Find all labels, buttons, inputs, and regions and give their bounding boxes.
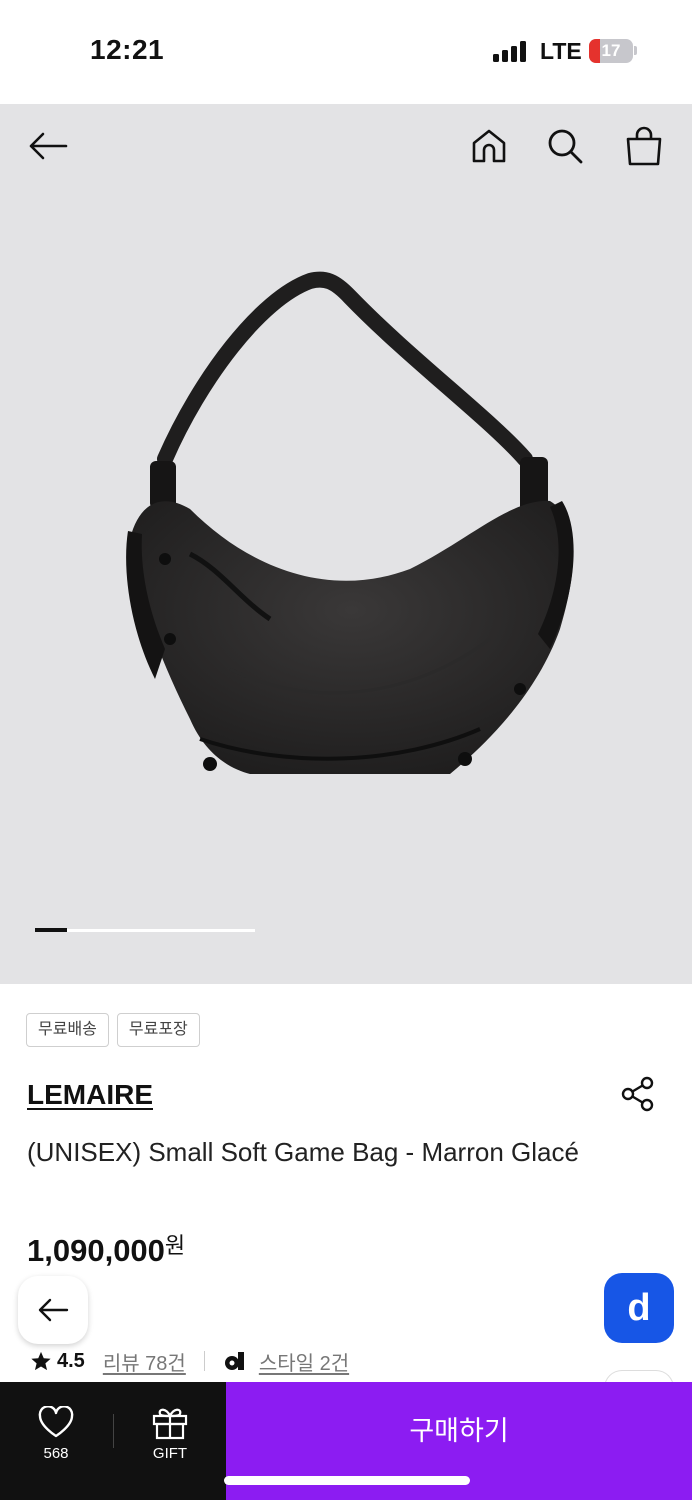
- gift-label: GIFT: [152, 1445, 188, 1462]
- d-logo-icon: d: [627, 1286, 651, 1329]
- d-brand-icon: [224, 1352, 244, 1370]
- search-icon: [548, 129, 583, 164]
- home-indicator: [224, 1476, 470, 1485]
- style-link[interactable]: 스타일 2건: [259, 1347, 349, 1376]
- rating-score: 4.5: [57, 1349, 85, 1372]
- share-button[interactable]: [616, 1074, 660, 1114]
- status-time: 12:21: [90, 34, 165, 65]
- shopping-bag-icon: [626, 126, 662, 166]
- wishlist-count: 568: [43, 1445, 69, 1462]
- cart-button[interactable]: [622, 124, 666, 168]
- gallery-pager: [35, 929, 255, 932]
- heart-icon: [38, 1406, 74, 1438]
- arrow-left-icon: [29, 132, 68, 160]
- rating-row: 4.5 리뷰 78건 스타일 2건: [30, 1346, 349, 1376]
- price-value: 1,090,000: [27, 1233, 165, 1268]
- tag-free-shipping: 무료배송: [26, 1013, 109, 1047]
- battery-tip: [634, 46, 637, 55]
- tag-free-wrapping: 무료포장: [116, 1013, 200, 1047]
- product-price: 1,090,000원: [27, 1233, 185, 1269]
- gallery-pager-active: [35, 928, 67, 932]
- star-icon: [31, 1351, 51, 1371]
- product-name: (UNISEX) Small Soft Game Bag - Marron Gl…: [27, 1137, 579, 1167]
- product-gallery[interactable]: [0, 104, 692, 984]
- share-icon: [621, 1076, 654, 1112]
- floating-back-button[interactable]: [18, 1276, 88, 1344]
- status-bar: 12:21 LTE 17: [0, 0, 692, 104]
- product-image: [126, 271, 574, 774]
- wishlist-button[interactable]: 568: [0, 1382, 112, 1500]
- rating-divider: [203, 1351, 205, 1371]
- review-link[interactable]: 리뷰 78건: [103, 1347, 186, 1376]
- gift-button[interactable]: GIFT: [114, 1382, 226, 1500]
- battery-icon: 17: [589, 39, 633, 63]
- price-currency: 원: [164, 1233, 186, 1258]
- arrow-left-icon: [38, 1298, 69, 1322]
- battery-level: 17: [601, 41, 621, 60]
- product-tags: 무료배송 무료포장: [26, 1013, 200, 1047]
- search-button[interactable]: [543, 124, 587, 168]
- network-label: LTE: [540, 38, 582, 64]
- d-app-button[interactable]: d: [604, 1273, 674, 1343]
- home-button[interactable]: [467, 124, 511, 168]
- home-icon: [472, 129, 506, 163]
- brand-link[interactable]: LEMAIRE: [27, 1079, 153, 1111]
- gift-icon: [152, 1408, 188, 1440]
- signal-icon: [493, 40, 529, 62]
- back-button[interactable]: [26, 124, 70, 168]
